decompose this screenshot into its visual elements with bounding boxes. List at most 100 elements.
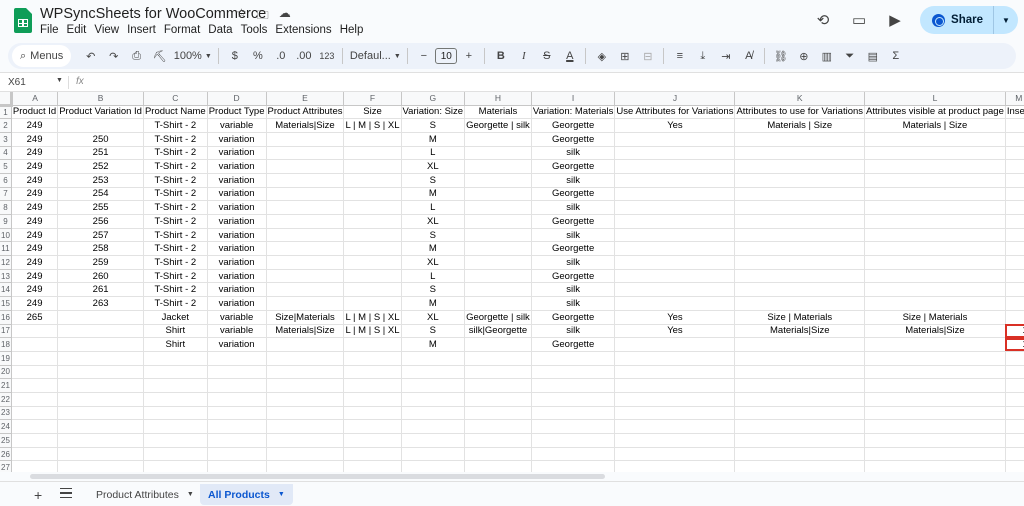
cell[interactable] [614, 419, 736, 434]
cell[interactable] [864, 241, 1006, 257]
cell[interactable]: T-Shirt - 2 [143, 132, 208, 147]
cell[interactable]: 1 [1005, 324, 1024, 339]
insert-chart-icon[interactable]: ▥ [818, 45, 836, 67]
cell[interactable] [614, 406, 736, 421]
cell[interactable]: Size [343, 105, 402, 120]
cell[interactable]: T-Shirt - 2 [143, 241, 208, 257]
redo-icon[interactable]: ↷ [105, 45, 123, 67]
cell[interactable]: Georgette [531, 241, 616, 257]
text-color-button[interactable]: A [561, 45, 579, 67]
cell[interactable] [864, 200, 1006, 215]
cell[interactable]: 249 [11, 228, 59, 243]
cell[interactable] [864, 159, 1006, 174]
functions-button[interactable]: Σ [887, 45, 905, 67]
cell[interactable] [1005, 460, 1024, 472]
cell[interactable] [343, 419, 402, 434]
cell[interactable] [401, 460, 466, 472]
cell[interactable]: S [401, 173, 466, 188]
row-header[interactable]: 8 [0, 200, 12, 215]
cell[interactable] [266, 173, 345, 188]
cell[interactable] [531, 378, 616, 393]
cell[interactable]: 249 [11, 159, 59, 174]
cell[interactable]: Georgette [531, 118, 616, 133]
cell[interactable]: M [401, 296, 466, 311]
cell[interactable] [207, 392, 267, 407]
cell[interactable]: 249 [11, 118, 59, 133]
sheet-tab-all-products[interactable]: All Products ▼ [200, 484, 293, 505]
column-header[interactable]: G [401, 92, 466, 106]
cell[interactable] [57, 337, 144, 352]
cell[interactable] [1005, 447, 1024, 462]
cell[interactable] [864, 269, 1006, 284]
cell[interactable] [143, 392, 208, 407]
cell[interactable]: Georgette [531, 214, 616, 229]
cell[interactable]: Georgette | silk [464, 118, 532, 133]
cell[interactable] [531, 406, 616, 421]
cell[interactable] [734, 187, 866, 202]
cell[interactable]: variation [207, 132, 267, 147]
document-title[interactable]: WPSyncSheets for WooCommerce [40, 6, 266, 22]
column-header[interactable]: K [734, 92, 866, 106]
menus-search-button[interactable]: ⌕ Menus [12, 45, 72, 67]
cell[interactable]: Yes [614, 118, 736, 133]
cell[interactable]: 258 [57, 241, 144, 257]
cell[interactable]: variation [207, 241, 267, 257]
cell[interactable] [11, 447, 59, 462]
cell[interactable]: Georgette [531, 159, 616, 174]
zoom-select[interactable]: 100% ▼ [174, 45, 212, 67]
cell[interactable] [11, 419, 59, 434]
cell[interactable] [11, 378, 59, 393]
cell[interactable]: variable [207, 310, 267, 325]
cell[interactable] [614, 337, 736, 352]
cell[interactable] [11, 365, 59, 380]
cell[interactable] [864, 433, 1006, 448]
cell[interactable]: 249 [11, 173, 59, 188]
cell[interactable] [864, 378, 1006, 393]
cell[interactable]: S [401, 118, 466, 133]
cell[interactable]: Shirt [143, 324, 208, 339]
cell[interactable] [864, 173, 1006, 188]
cell[interactable] [864, 132, 1006, 147]
cell[interactable]: S [401, 324, 466, 339]
cell[interactable] [57, 310, 144, 325]
cell[interactable] [464, 132, 532, 147]
cell[interactable] [464, 187, 532, 202]
insert-comment-icon[interactable]: ⊕ [795, 45, 813, 67]
cell[interactable] [614, 241, 736, 257]
filter-icon[interactable]: ⏷ [841, 45, 859, 67]
cell[interactable]: Jacket [143, 310, 208, 325]
row-header[interactable]: 17 [0, 324, 12, 339]
font-size-decrease-button[interactable]: − [415, 45, 433, 67]
cell[interactable] [57, 406, 144, 421]
cell[interactable] [266, 200, 345, 215]
print-icon[interactable]: ⎙ [128, 45, 146, 67]
cell[interactable] [734, 241, 866, 257]
menu-data[interactable]: Data [208, 24, 232, 36]
cell[interactable]: M [401, 187, 466, 202]
row-header[interactable]: 18 [0, 337, 12, 352]
cell[interactable]: 249 [11, 282, 59, 298]
cell[interactable] [464, 228, 532, 243]
cell[interactable] [266, 460, 345, 472]
cell[interactable]: silk [531, 200, 616, 215]
cell[interactable] [11, 460, 59, 472]
cell[interactable] [401, 351, 466, 366]
cell[interactable] [734, 282, 866, 298]
cell[interactable]: 249 [11, 200, 59, 215]
cell[interactable]: Yes [614, 310, 736, 325]
cell[interactable] [734, 296, 866, 311]
cell[interactable] [57, 351, 144, 366]
cell[interactable] [143, 406, 208, 421]
cell[interactable]: XL [401, 310, 466, 325]
cell[interactable]: Materials | Size [864, 118, 1006, 133]
cell[interactable]: XL [401, 255, 466, 270]
cell[interactable] [266, 146, 345, 161]
cell[interactable] [464, 255, 532, 270]
cell[interactable] [343, 200, 402, 215]
cell[interactable] [143, 447, 208, 462]
cell[interactable]: L | M | S | XL [343, 118, 402, 133]
cell[interactable]: S [401, 228, 466, 243]
cell[interactable] [531, 351, 616, 366]
cell[interactable] [57, 460, 144, 472]
cell[interactable] [531, 460, 616, 472]
